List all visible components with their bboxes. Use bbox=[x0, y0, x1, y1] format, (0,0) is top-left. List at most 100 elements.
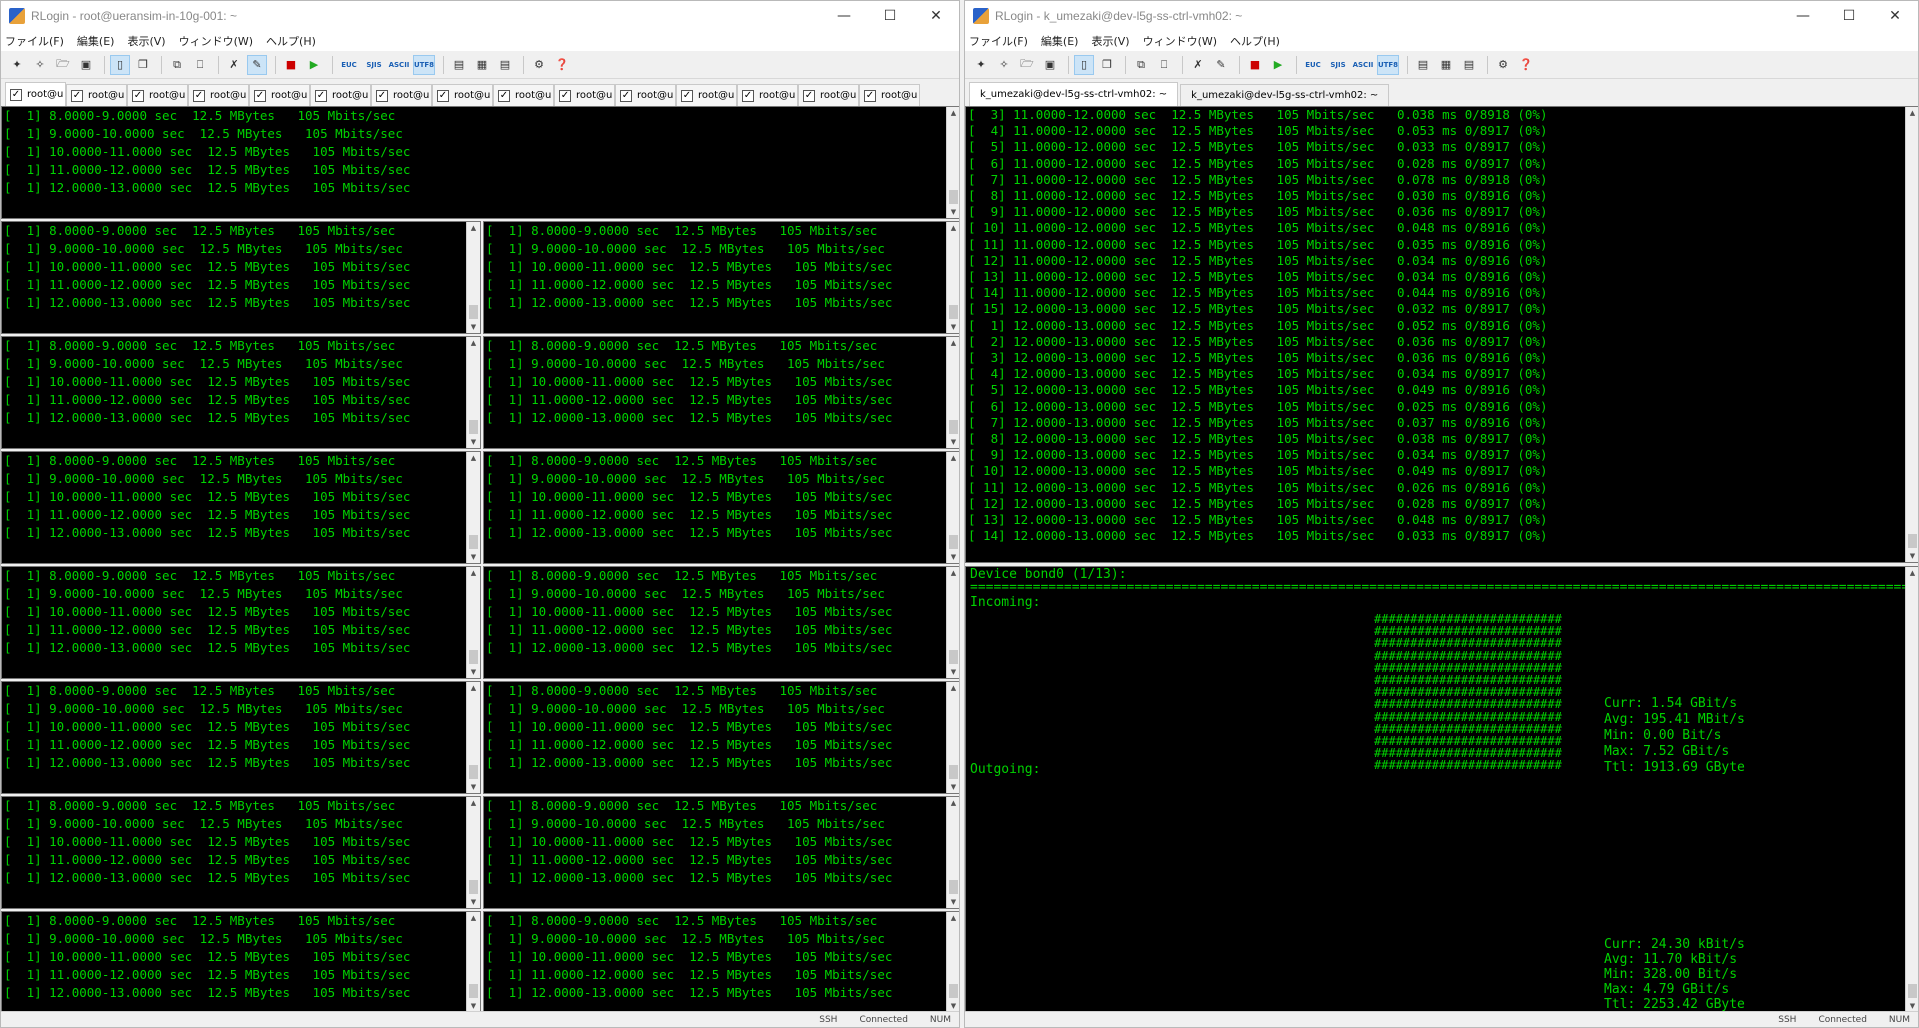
close-icon[interactable]: ✕ bbox=[913, 1, 959, 31]
scroll-thumb[interactable] bbox=[949, 650, 958, 664]
layout-3-icon[interactable]: ▤ bbox=[495, 55, 515, 75]
scroll-thumb[interactable] bbox=[469, 535, 478, 549]
scroll-thumb[interactable] bbox=[949, 190, 958, 204]
scroll-down-icon[interactable]: ▼ bbox=[467, 896, 480, 908]
scroll-up-icon[interactable]: ▲ bbox=[467, 567, 480, 579]
tab-session-11[interactable]: ✓ root@u bbox=[615, 84, 676, 106]
euc-icon[interactable]: EUC bbox=[1302, 55, 1324, 75]
scrollbar[interactable]: ▲ ▼ bbox=[466, 452, 480, 563]
checkbox-icon[interactable]: ✓ bbox=[71, 89, 83, 102]
scroll-down-icon[interactable]: ▼ bbox=[947, 666, 959, 678]
tab-session-5[interactable]: ✓ root@u bbox=[249, 84, 310, 106]
scroll-down-icon[interactable]: ▼ bbox=[947, 436, 959, 448]
tab-session-1[interactable]: ✓ root@u bbox=[5, 82, 66, 106]
scrollbar[interactable]: ▲ ▼ bbox=[466, 337, 480, 448]
menu-window[interactable]: ウィンドウ(W) bbox=[179, 33, 253, 49]
tab-session-7[interactable]: ✓ root@u bbox=[371, 84, 432, 106]
scroll-down-icon[interactable]: ▼ bbox=[467, 436, 480, 448]
close-icon[interactable]: ✕ bbox=[1872, 1, 1918, 31]
tab-session-3[interactable]: ✓ root@u bbox=[127, 84, 188, 106]
paste-icon[interactable]: ⎕ bbox=[190, 55, 210, 75]
minimize-icon[interactable]: — bbox=[1780, 1, 1826, 31]
scroll-up-icon[interactable]: ▲ bbox=[947, 222, 959, 234]
ascii-icon[interactable]: ASCII bbox=[1352, 55, 1374, 75]
scroll-up-icon[interactable]: ▲ bbox=[947, 567, 959, 579]
scroll-up-icon[interactable]: ▲ bbox=[467, 797, 480, 809]
checkbox-icon[interactable]: ✓ bbox=[254, 89, 266, 102]
checkbox-icon[interactable]: ✓ bbox=[620, 89, 632, 102]
menu-file[interactable]: ファイル(F) bbox=[5, 33, 64, 49]
scrollbar[interactable]: ▲ ▼ bbox=[946, 912, 959, 1012]
scrollbar[interactable]: ▲ ▼ bbox=[946, 337, 959, 448]
stop-icon[interactable]: ■ bbox=[1245, 55, 1265, 75]
menu-help[interactable]: ヘルプ(H) bbox=[266, 33, 316, 49]
scrollbar[interactable]: ▲ ▼ bbox=[466, 222, 480, 333]
terminal-pane[interactable]: [ 1] 8.0000-9.0000 sec 12.5 MBytes 105 M… bbox=[483, 911, 959, 1013]
scroll-up-icon[interactable]: ▲ bbox=[467, 452, 480, 464]
scrollbar[interactable]: ▲ ▼ bbox=[946, 222, 959, 333]
disconnect-icon[interactable]: ✗ bbox=[224, 55, 244, 75]
tab-session-10[interactable]: ✓ root@u bbox=[554, 84, 615, 106]
copy-icon[interactable]: ⧉ bbox=[167, 55, 187, 75]
scroll-up-icon[interactable]: ▲ bbox=[947, 337, 959, 349]
tab-session-1[interactable]: k_umezaki@dev-l5g-ss-ctrl-vmh02: ~ bbox=[969, 82, 1179, 106]
scroll-down-icon[interactable]: ▼ bbox=[467, 321, 480, 333]
terminal-pane[interactable]: [ 1] 8.0000-9.0000 sec 12.5 MBytes 105 M… bbox=[1, 681, 481, 794]
scroll-thumb[interactable] bbox=[469, 765, 478, 779]
checkbox-icon[interactable]: ✓ bbox=[437, 89, 449, 102]
scroll-down-icon[interactable]: ▼ bbox=[467, 666, 480, 678]
scroll-thumb[interactable] bbox=[1908, 534, 1917, 548]
ascii-icon[interactable]: ASCII bbox=[388, 55, 410, 75]
scroll-down-icon[interactable]: ▼ bbox=[467, 781, 480, 793]
scrollbar[interactable]: ▲ ▼ bbox=[466, 682, 480, 793]
scroll-up-icon[interactable]: ▲ bbox=[1906, 567, 1918, 579]
maximize-icon[interactable]: ☐ bbox=[867, 1, 913, 31]
terminal-pane[interactable]: [ 1] 8.0000-9.0000 sec 12.5 MBytes 105 M… bbox=[1, 451, 481, 564]
minimize-icon[interactable]: — bbox=[821, 1, 867, 31]
checkbox-icon[interactable]: ✓ bbox=[10, 88, 22, 101]
scroll-thumb[interactable] bbox=[469, 880, 478, 894]
play-icon[interactable]: ▶ bbox=[1268, 55, 1288, 75]
open-folder-icon[interactable]: 🗁 bbox=[1017, 55, 1037, 75]
settings-icon[interactable]: ⚙ bbox=[1493, 55, 1513, 75]
scroll-up-icon[interactable]: ▲ bbox=[947, 797, 959, 809]
scroll-thumb[interactable] bbox=[949, 765, 958, 779]
menu-view[interactable]: 表示(V) bbox=[1091, 33, 1129, 49]
connect-icon[interactable]: ✦ bbox=[971, 55, 991, 75]
scroll-up-icon[interactable]: ▲ bbox=[947, 682, 959, 694]
menu-edit[interactable]: 編集(E) bbox=[77, 33, 115, 49]
checkbox-icon[interactable]: ✓ bbox=[681, 89, 693, 102]
terminal-pane[interactable]: [ 1] 8.0000-9.0000 sec 12.5 MBytes 105 M… bbox=[483, 681, 959, 794]
sjis-icon[interactable]: SJIS bbox=[363, 55, 385, 75]
scroll-up-icon[interactable]: ▲ bbox=[947, 912, 959, 924]
terminal-pane[interactable]: [ 1] 8.0000-9.0000 sec 12.5 MBytes 105 M… bbox=[483, 796, 959, 909]
save-icon[interactable]: ▣ bbox=[76, 55, 96, 75]
utf8-icon[interactable]: UTF8 bbox=[413, 54, 435, 75]
nload-pane[interactable]: Device bond0 (1/13): ===================… bbox=[965, 566, 1918, 1013]
stop-icon[interactable]: ■ bbox=[281, 55, 301, 75]
checkbox-icon[interactable]: ✓ bbox=[498, 89, 510, 102]
iperf-pane[interactable]: [ 3] 11.0000-12.0000 sec 12.5 MBytes 105… bbox=[965, 106, 1918, 563]
tab-session-15[interactable]: ✓ root@u bbox=[859, 84, 920, 106]
terminal-pane[interactable]: [ 1] 8.0000-9.0000 sec 12.5 MBytes 105 M… bbox=[483, 221, 959, 334]
scroll-thumb[interactable] bbox=[469, 305, 478, 319]
new-connect-icon[interactable]: ✧ bbox=[994, 55, 1014, 75]
utf8-icon[interactable]: UTF8 bbox=[1377, 54, 1399, 75]
layout-3-icon[interactable]: ▤ bbox=[1459, 55, 1479, 75]
scroll-thumb[interactable] bbox=[469, 984, 478, 998]
tab-session-8[interactable]: ✓ root@u bbox=[432, 84, 493, 106]
checkbox-icon[interactable]: ✓ bbox=[315, 89, 327, 102]
scrollbar[interactable]: ▲ ▼ bbox=[466, 567, 480, 678]
scroll-up-icon[interactable]: ▲ bbox=[467, 912, 480, 924]
layout-2-icon[interactable]: ▦ bbox=[472, 55, 492, 75]
scroll-up-icon[interactable]: ▲ bbox=[467, 222, 480, 234]
new-document-icon[interactable]: ▯ bbox=[110, 54, 130, 75]
abc-icon[interactable]: ✎ bbox=[247, 54, 267, 75]
scrollbar[interactable]: ▲ ▼ bbox=[946, 567, 959, 678]
copy-icon[interactable]: ⧉ bbox=[1131, 55, 1151, 75]
scroll-thumb[interactable] bbox=[949, 305, 958, 319]
tab-session-14[interactable]: ✓ root@u bbox=[798, 84, 859, 106]
tab-session-2[interactable]: ✓ root@u bbox=[66, 84, 127, 106]
scrollbar[interactable]: ▲ ▼ bbox=[466, 912, 480, 1012]
tab-session-6[interactable]: ✓ root@u bbox=[310, 84, 371, 106]
